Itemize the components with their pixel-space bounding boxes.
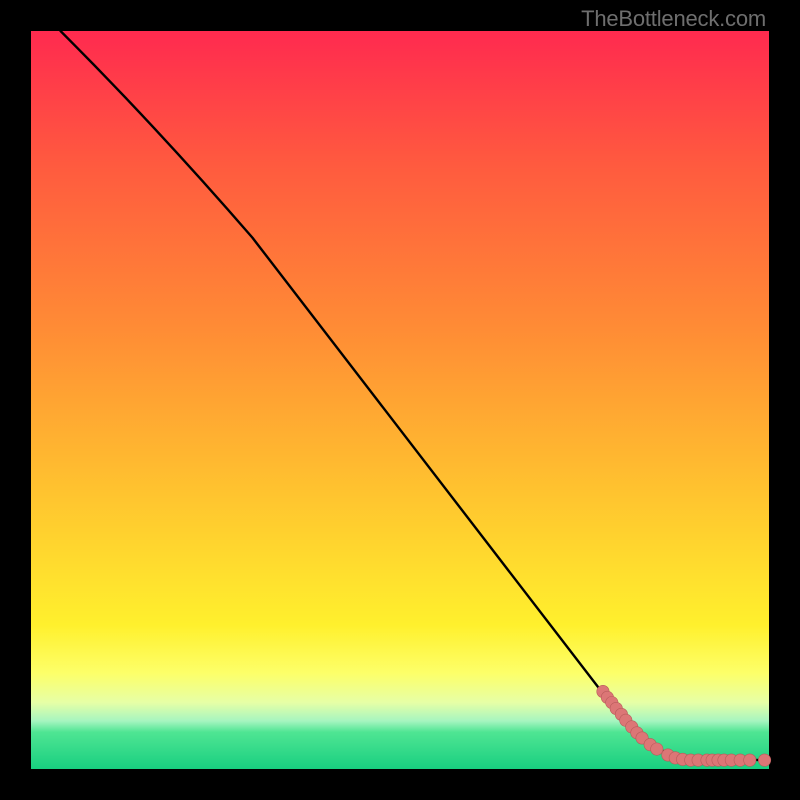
- chart-svg: [31, 31, 769, 769]
- attribution-label: TheBottleneck.com: [581, 6, 766, 32]
- plot-area: [31, 31, 769, 769]
- chart-frame: TheBottleneck.com: [0, 0, 800, 800]
- marker-point: [744, 754, 756, 766]
- curve-line: [61, 31, 769, 760]
- marker-point: [758, 754, 770, 766]
- marker-point: [651, 743, 663, 755]
- marker-group: [597, 685, 771, 766]
